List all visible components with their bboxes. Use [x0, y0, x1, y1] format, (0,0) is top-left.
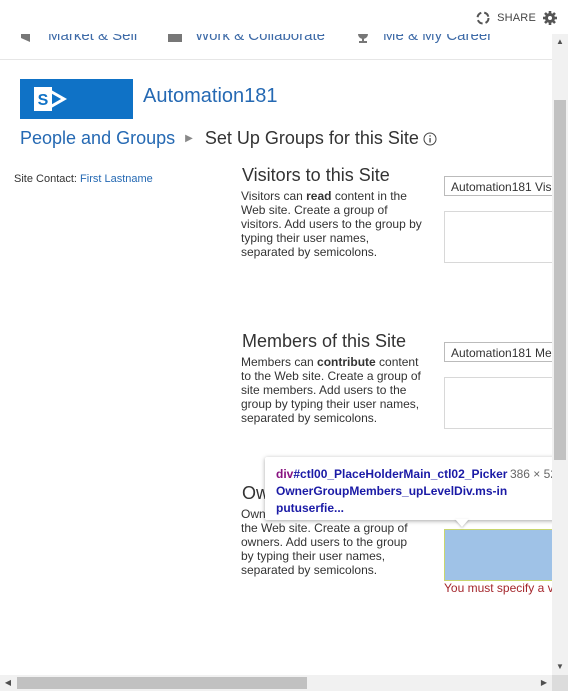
horizontal-scrollbar[interactable]: ◀ ▶ — [0, 675, 568, 691]
breadcrumb-separator-icon: ▶ — [185, 133, 193, 144]
site-contact: Site Contact: First Lastname — [14, 173, 153, 185]
owners-required-error: You must specify a value for this requir… — [444, 581, 552, 595]
top-navigation: Market & Sell Work & Collaborate Me & My… — [0, 34, 552, 60]
scroll-right-arrow-icon[interactable]: ▶ — [536, 675, 552, 691]
inspector-selector-rest: #ctl00_PlaceHolderMain_ctl02_PickerOwner… — [276, 467, 508, 515]
share-icon — [476, 11, 490, 25]
site-contact-label: Site Contact: — [14, 173, 77, 185]
scroll-up-arrow-icon[interactable]: ▲ — [552, 34, 568, 50]
breadcrumb-parent-link[interactable]: People and Groups — [20, 128, 175, 149]
owners-people-picker-highlighted[interactable] — [444, 529, 560, 581]
visitors-group-name-input[interactable]: Automation181 Visitors — [444, 176, 568, 196]
inspector-selector: div#ctl00_PlaceHolderMain_ctl02_PickerOw… — [276, 466, 508, 517]
suite-bar: SHARE — [0, 0, 568, 34]
visitors-section-title: Visitors to this Site — [242, 165, 390, 185]
visitors-description: Visitors can read content in the Web sit… — [241, 189, 422, 259]
gear-icon[interactable] — [542, 10, 558, 26]
vertical-scrollbar[interactable]: ▲ ▼ — [552, 34, 568, 675]
info-icon[interactable] — [423, 132, 437, 146]
members-people-picker[interactable] — [444, 377, 558, 429]
tooltip-arrow — [455, 519, 469, 527]
inspector-dimensions: 386 × 52 — [509, 467, 557, 481]
share-label: SHARE — [497, 12, 536, 24]
trophy-icon — [358, 34, 368, 43]
breadcrumb: People and Groups ▶ Set Up Groups for th… — [20, 128, 437, 149]
members-section-title: Members of this Site — [242, 331, 407, 351]
site-logo[interactable]: S — [20, 79, 133, 119]
sharepoint-logo-icon: S — [34, 87, 68, 111]
nav-item-market-sell[interactable]: Market & Sell — [20, 34, 137, 44]
nav-item-label: Work & Collaborate — [195, 34, 325, 44]
members-group-name-input[interactable]: Automation181 Members — [444, 342, 568, 362]
scrollbar-corner — [552, 675, 568, 691]
vertical-scrollbar-thumb[interactable] — [554, 100, 566, 460]
site-contact-link[interactable]: First Lastname — [80, 173, 153, 185]
inbox-icon — [168, 34, 183, 42]
members-description: Members can contribute content to the We… — [241, 355, 421, 425]
nav-item-label: Market & Sell — [48, 34, 138, 44]
share-button[interactable]: SHARE — [475, 10, 558, 26]
scroll-down-arrow-icon[interactable]: ▼ — [552, 659, 568, 675]
nav-item-me-career[interactable]: Me & My Career — [355, 34, 492, 44]
page-title: Set Up Groups for this Site — [204, 128, 419, 148]
horizontal-scrollbar-thumb[interactable] — [17, 677, 307, 689]
nav-item-work-collaborate[interactable]: Work & Collaborate — [167, 34, 325, 44]
nav-item-label: Me & My Career — [382, 34, 493, 44]
inspector-tag: div — [276, 467, 294, 481]
visitors-people-picker[interactable] — [444, 211, 558, 263]
logo-letter: S — [38, 92, 49, 109]
scroll-left-arrow-icon[interactable]: ◀ — [0, 675, 16, 691]
megaphone-icon — [21, 34, 30, 42]
devtools-inspector-tooltip: div#ctl00_PlaceHolderMain_ctl02_PickerOw… — [265, 457, 565, 520]
site-title[interactable]: Automation181 — [143, 85, 278, 108]
